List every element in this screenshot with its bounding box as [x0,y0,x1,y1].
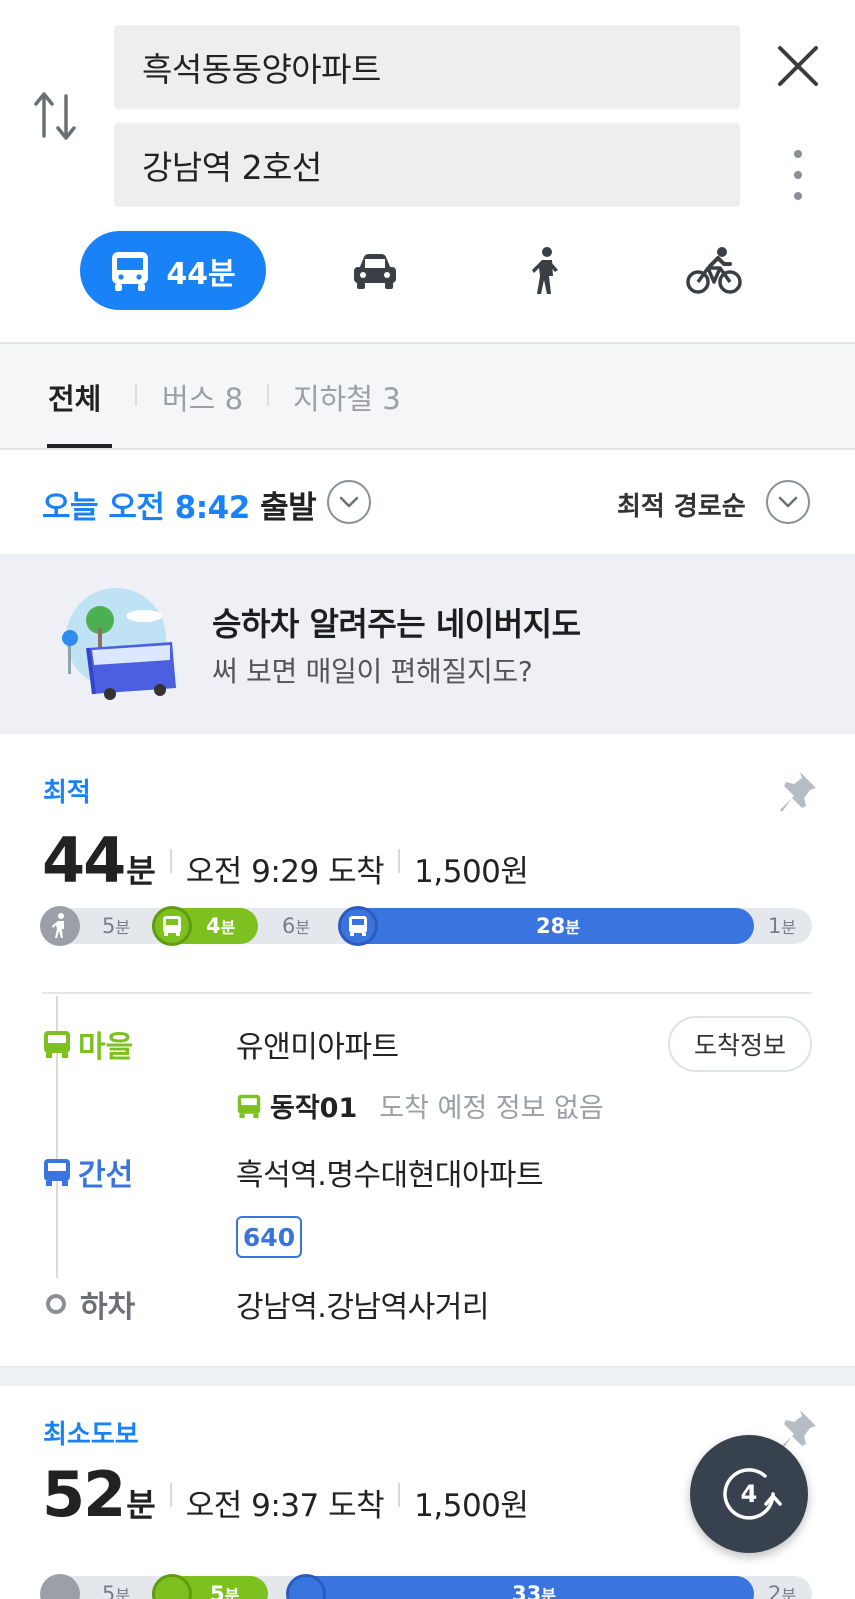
step-stop-name: 강남역.강남역사거리 [236,1290,489,1325]
arrival-status: 도착 예정 정보 없음 [379,1093,604,1124]
route-card[interactable]: 최적 44 분 오전 9:29 도착 1,500원 5분 4분 6분 28분 1… [0,734,855,1366]
chevron-down-icon [778,496,798,508]
close-icon[interactable] [774,42,822,90]
departure-dropdown-button[interactable] [327,480,371,524]
swap-icon[interactable] [32,88,80,144]
bus-icon [152,906,192,946]
walk-icon [40,906,80,946]
car-icon [354,254,396,289]
refresh-button[interactable]: 4 [690,1435,808,1553]
divider [42,992,812,994]
transport-mode-bar: 44분 [0,231,855,311]
origin-field[interactable]: 흑석동동양아파트 [114,25,740,109]
departure-row: 오늘 오전 8:42 출발 최적 경로순 [0,452,855,554]
search-header: 흑석동동양아파트 강남역 2호선 44분 [0,0,855,344]
bus-line-row: 동작01 도착 예정 정보 없음 [236,1086,604,1125]
mode-car-button[interactable] [347,245,403,297]
card-gap [0,1366,855,1386]
tab-subway[interactable]: 지하철 3 [293,376,401,418]
alight-dot-icon [46,1294,66,1314]
step-type-alight: 하차 [42,1282,135,1326]
route-timeline-bar: 5분 5분 33분 2분 [40,1574,812,1599]
sort-dropdown-button[interactable] [766,480,810,524]
banner-subtitle: 써 보면 매일이 편해질지도? [212,655,533,688]
promo-banner[interactable]: 승하차 알려주는 네이버지도 써 보면 매일이 편해질지도? [0,554,855,734]
mode-transit-button[interactable]: 44분 [80,231,266,310]
route-duration: 44 [42,824,126,897]
mode-walk-button[interactable] [518,245,574,297]
step-stop-name: 흑석역.명수대현대아파트 [236,1158,544,1193]
step-type-village-bus: 마을 [42,1022,133,1066]
active-tab-indicator [47,444,112,448]
pin-icon[interactable] [778,770,818,814]
bus-illustration-icon [62,588,176,700]
bus-line-badge[interactable]: 640 [236,1216,302,1258]
banner-title: 승하차 알려주는 네이버지도 [212,605,581,643]
transit-time-label: 44분 [166,256,236,292]
step-type-trunk-bus: 간선 [42,1150,133,1194]
destination-field[interactable]: 강남역 2호선 [114,123,740,207]
sort-label[interactable]: 최적 경로순 [617,486,746,523]
route-duration-unit: 분 [126,1486,156,1524]
route-arrival: 오전 9:29 도착 [185,854,385,890]
tab-divider [267,384,269,406]
tab-all[interactable]: 전체 [48,376,101,418]
arrival-info-button[interactable]: 도착정보 [668,1016,812,1072]
filter-tabs: 전체 버스 8 지하철 3 [0,344,855,450]
chevron-down-icon [339,496,359,508]
pin-icon[interactable] [778,1408,818,1452]
route-duration: 52 [42,1458,126,1531]
more-icon[interactable] [786,150,810,200]
route-duration-unit: 분 [126,852,156,890]
route-summary: 52 분 오전 9:37 도착 1,500원 [42,1458,529,1531]
tab-divider [135,384,137,406]
walk-icon [40,1574,80,1599]
route-summary: 44 분 오전 9:29 도착 1,500원 [42,824,529,897]
bus-icon [44,1031,70,1058]
departure-time[interactable]: 오늘 오전 8:42 출발 [42,482,317,527]
route-fare: 1,500원 [414,854,529,890]
tab-bus[interactable]: 버스 8 [162,376,243,418]
bike-icon [686,247,742,294]
route-label: 최적 [43,778,91,808]
route-arrival: 오전 9:37 도착 [185,1488,385,1524]
step-stop-name: 유앤미아파트 [236,1030,399,1065]
bus-icon [237,1094,261,1118]
route-fare: 1,500원 [414,1488,529,1524]
refresh-countdown: 4 [740,1480,758,1508]
route-label: 최소도보 [43,1420,139,1450]
bus-icon [112,251,149,291]
walk-icon [532,247,558,294]
bus-icon [44,1159,70,1186]
bus-icon [338,906,378,946]
route-timeline-bar: 5분 4분 6분 28분 1분 [40,906,812,946]
bus-line-number: 동작01 [270,1093,358,1124]
mode-bike-button[interactable] [686,245,742,297]
